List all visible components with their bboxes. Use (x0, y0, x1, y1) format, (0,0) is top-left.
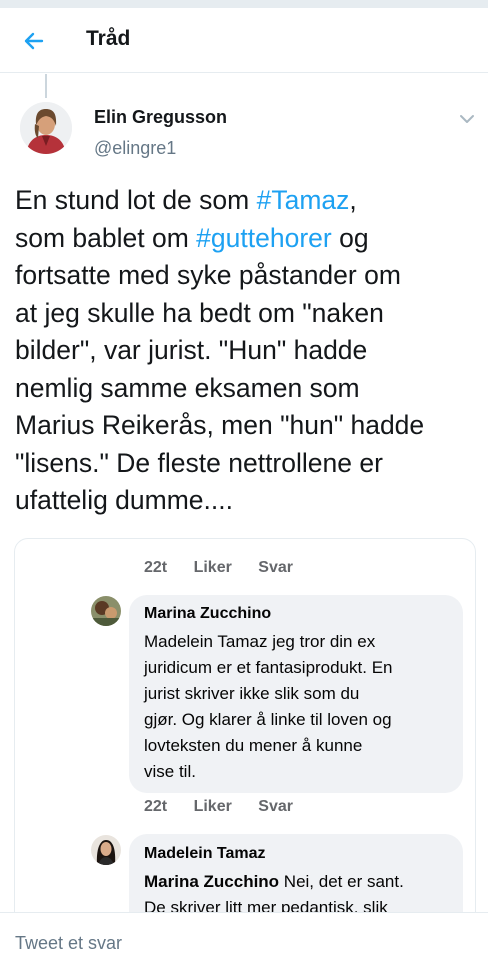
tweet-line: fortsatte med syke påstander om (15, 260, 401, 290)
commenter-name: Marina Zucchino (144, 605, 272, 622)
tweet-line: bilder", var jurist. "Hun" hadde (15, 335, 368, 365)
hashtag-tamaz[interactable]: #Tamaz (257, 185, 350, 215)
avatar-image (91, 596, 121, 626)
reply-link: Svar (258, 559, 293, 576)
chevron-down-icon[interactable] (456, 108, 478, 130)
tweet-line: nemlig samme eksamen som (15, 372, 360, 403)
comment-meta: 22t Liker Svar (144, 559, 315, 577)
avatar-image (91, 835, 121, 865)
hashtag-guttehorer[interactable]: #guttehorer (196, 223, 332, 253)
author-avatar[interactable] (20, 102, 72, 154)
reply-bar[interactable]: Tweet et svar (0, 912, 488, 961)
tweet-line: En stund lot de som #Tamaz, (15, 185, 357, 215)
comment-text: Madelein Tamaz jeg tror din ex juridicum… (144, 632, 393, 781)
tweet-line: som bablet om #guttehorer og (15, 222, 369, 253)
tweet-text: En stund lot de som #Tamaz, som bablet o… (15, 182, 485, 520)
tweet-line: at jeg skulle ha bedt om "naken (15, 297, 384, 328)
tweet-line: "lisens." De fleste nettrollene er (15, 447, 383, 478)
author-name[interactable]: Elin Gregusson (94, 107, 227, 128)
avatar-image (20, 102, 72, 154)
comment-mention: Marina Zucchino (144, 872, 280, 891)
reply-link: Svar (258, 798, 293, 815)
like-link: Liker (193, 798, 232, 815)
comment-time: 22t (144, 559, 168, 576)
tweet-line: ufattelig dumme.... (15, 485, 233, 515)
comment-meta: 22t Liker Svar (144, 798, 315, 816)
author-handle[interactable]: @elingre1 (94, 138, 176, 159)
commenter-name: Madelein Tamaz (144, 845, 266, 862)
header-bar: Tråd (0, 8, 488, 73)
reply-input[interactable]: Tweet et svar (15, 933, 122, 954)
top-strip (0, 0, 488, 8)
commenter-avatar (91, 596, 121, 626)
like-link: Liker (193, 559, 232, 576)
thread-connector-line (45, 74, 47, 98)
back-arrow-icon[interactable] (18, 26, 48, 56)
commenter-avatar (91, 835, 121, 865)
tweet-line: Marius Reikerås, men "hun" hadde (15, 410, 425, 440)
page-title: Tråd (86, 27, 131, 50)
comment-time: 22t (144, 798, 168, 815)
embedded-screenshot[interactable]: 22t Liker Svar Marina Zucchino Madelein … (14, 538, 476, 940)
